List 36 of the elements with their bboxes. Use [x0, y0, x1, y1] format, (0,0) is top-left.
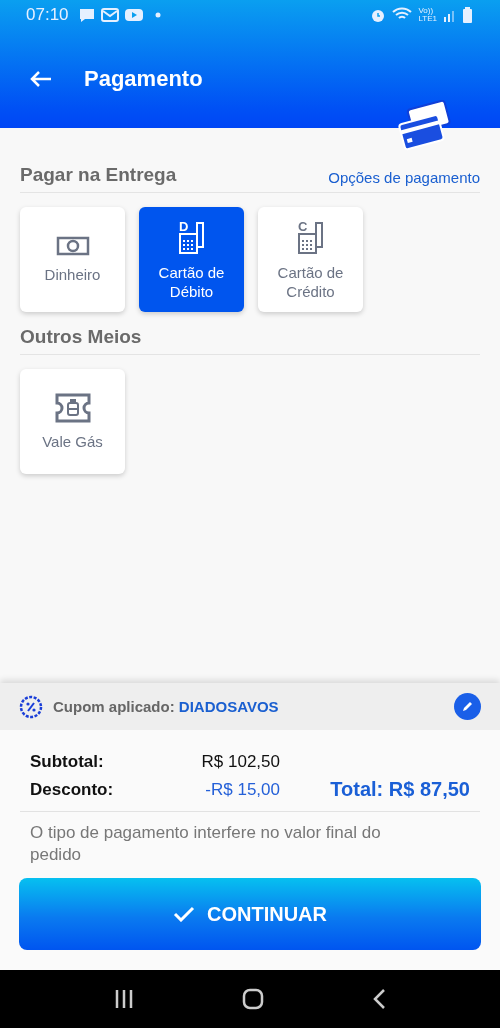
credit-cards-icon [396, 100, 454, 152]
discount-label: Desconto: [30, 779, 115, 800]
continue-button[interactable]: CONTINUAR [19, 878, 481, 950]
network-label: Vo)) LTE1 [418, 7, 437, 23]
edit-coupon-button[interactable] [454, 693, 481, 720]
payment-option-card[interactable]: C Cartão de Crédito [258, 207, 363, 312]
subtotal-label: Subtotal: [30, 752, 105, 772]
discount-value: -R$ 15,00 [204, 779, 280, 800]
dot-icon [154, 12, 161, 18]
video-icon [124, 8, 143, 22]
recent-apps-icon[interactable] [114, 990, 134, 1008]
battery-icon [463, 7, 472, 23]
coupon-text: Cupom aplicado: DIADOSAVOS [53, 698, 280, 715]
subtotal-value: R$ 102,50 [200, 752, 280, 772]
back-arrow-icon[interactable] [30, 70, 52, 88]
pencil-icon [461, 700, 474, 713]
status-time: 07:10 [26, 5, 69, 25]
alarm-icon [370, 7, 387, 23]
page-title: Pagamento [84, 66, 203, 92]
signal-icon [443, 8, 457, 22]
home-icon[interactable] [242, 988, 264, 1010]
payment-option-card[interactable]: D Cartão de Débito [139, 207, 244, 312]
payment-note: O tipo de pagamento interfere no valor final do pedido [20, 811, 480, 876]
payment-option-card[interactable]: Vale Gás [20, 369, 125, 474]
section-title: Pagar na Entrega [20, 164, 177, 186]
back-icon[interactable] [372, 989, 386, 1009]
section-title: Outros Meios [20, 326, 142, 348]
check-icon [173, 906, 195, 922]
payment-option-card[interactable]: Dinheiro [20, 207, 125, 312]
message-icon [78, 7, 95, 23]
mail-icon [100, 8, 119, 22]
gas-voucher-icon [53, 392, 92, 424]
discount-badge-icon [19, 694, 43, 719]
payment-options-link[interactable]: Opções de pagamento [328, 169, 480, 186]
banknote-icon [55, 235, 90, 257]
total-value: Total: R$ 87,50 [329, 778, 470, 801]
